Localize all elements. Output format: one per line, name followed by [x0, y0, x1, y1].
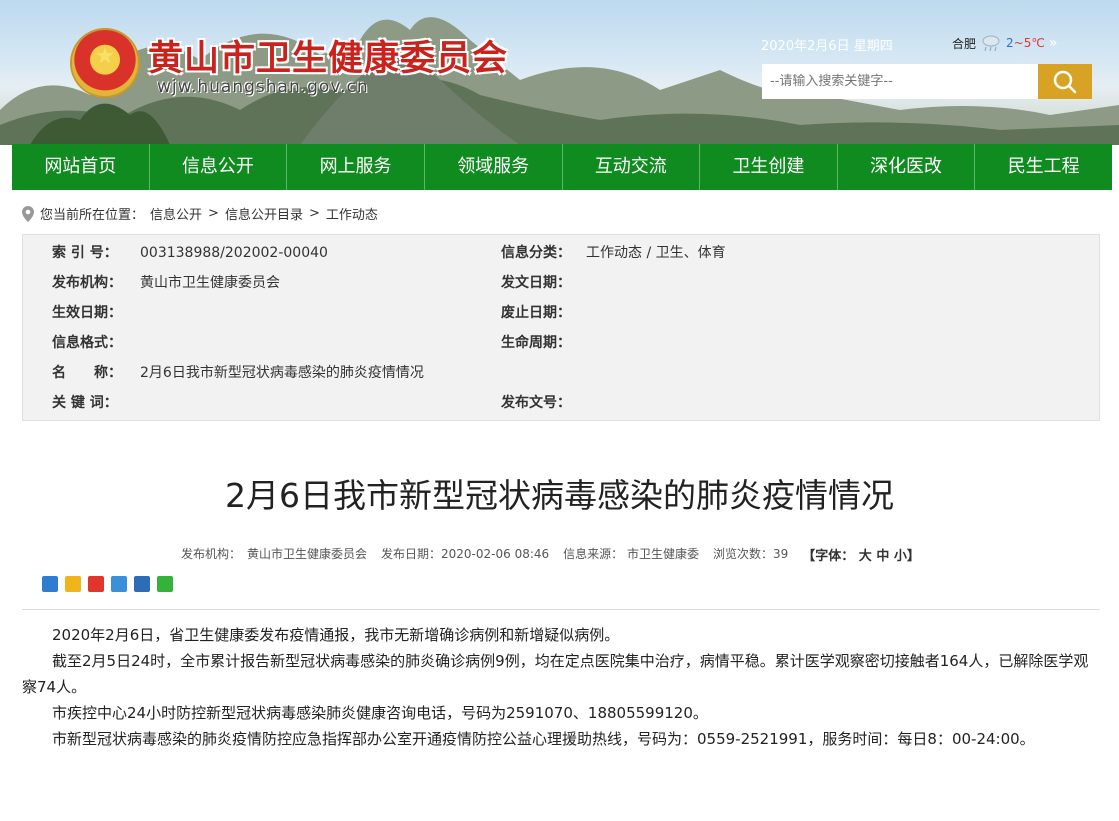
article-title: 2月6日我市新型冠状病毒感染的肺炎疫情情况	[225, 476, 894, 515]
font-size-switcher[interactable]: 【字体： 大 中 小】	[802, 545, 920, 564]
nav-item-online-service[interactable]: 网上服务	[287, 144, 425, 190]
share-bar	[42, 576, 173, 592]
name-label: 名 称：	[52, 365, 122, 381]
divider	[22, 609, 1100, 610]
cloud-rain-icon	[982, 35, 1000, 52]
index-label: 索 引 号：	[52, 245, 118, 261]
nav-item-info-public[interactable]: 信息公开	[150, 144, 288, 190]
breadcrumb-separator: >	[208, 206, 219, 221]
temperature: 2~5℃	[1006, 36, 1045, 50]
search-button[interactable]	[1038, 64, 1092, 99]
nav-item-livelihood[interactable]: 民生工程	[975, 144, 1112, 190]
temp-high: ~5℃	[1013, 36, 1045, 50]
article-date: 发布日期：2020-02-06 08:46	[381, 547, 550, 561]
main-nav: 网站首页 信息公开 网上服务 领域服务 互动交流 卫生创建 深化医改 民生工程	[12, 144, 1112, 190]
location-pin-icon	[22, 205, 34, 222]
document-metadata-table: 索 引 号： 003138988/202002-00040 信息分类： 工作动态…	[22, 234, 1100, 421]
nav-item-medical-reform[interactable]: 深化医改	[838, 144, 976, 190]
site-title: 黄山市卫生健康委员会	[148, 38, 509, 79]
weather-city: 合肥	[952, 36, 977, 51]
renren-icon[interactable]	[134, 576, 150, 592]
breadcrumb-item[interactable]: 信息公开	[150, 204, 202, 223]
temp-low: 2	[1006, 36, 1014, 50]
category-value: 工作动态 / 卫生、体育	[586, 245, 726, 261]
qzone-icon[interactable]	[42, 576, 58, 592]
doc-number-label: 发布文号：	[501, 395, 571, 411]
search-input[interactable]	[762, 64, 1038, 99]
issue-date-label: 发文日期：	[501, 275, 571, 291]
format-label: 信息格式：	[52, 335, 122, 351]
weather-more-link[interactable]: »	[1049, 35, 1058, 51]
weibo-icon[interactable]	[88, 576, 104, 592]
national-emblem: ★	[72, 30, 138, 96]
pengyou-icon[interactable]	[111, 576, 127, 592]
nav-item-home[interactable]: 网站首页	[12, 144, 150, 190]
lifecycle-label: 生命周期：	[501, 335, 571, 351]
current-date: 2020年2月6日 星期四	[761, 39, 893, 54]
article-body: 2020年2月6日，省卫生健康委发布疫情通报，我市无新增确诊病例和新增疑似病例。…	[22, 622, 1100, 752]
tqq-icon[interactable]	[65, 576, 81, 592]
weather-widget[interactable]: 合肥 2~5℃ »	[952, 34, 1057, 52]
nav-item-interaction[interactable]: 互动交流	[563, 144, 701, 190]
breadcrumb-item[interactable]: 信息公开目录	[225, 204, 303, 223]
article-source: 信息来源： 市卫生健康委	[563, 547, 699, 561]
breadcrumb: 您当前所在位置： 信息公开 > 信息公开目录 > 工作动态	[22, 204, 378, 223]
nav-item-domain-service[interactable]: 领域服务	[425, 144, 563, 190]
breadcrumb-prefix: 您当前所在位置：	[40, 208, 145, 223]
article-paragraph: 2020年2月6日，省卫生健康委发布疫情通报，我市无新增确诊病例和新增疑似病例。	[52, 626, 620, 644]
effective-date-label: 生效日期：	[52, 305, 122, 321]
publisher-value: 黄山市卫生健康委员会	[140, 275, 280, 291]
publisher-label: 发布机构：	[52, 275, 122, 291]
article-views: 浏览次数：39	[712, 547, 789, 561]
site-url: wjw.huangshan.gov.cn	[157, 77, 369, 97]
article-paragraph: 市疾控中心24小时防控新型冠状病毒感染肺炎健康咨询电话，号码为2591070、1…	[52, 704, 708, 722]
article-info-bar: 发布机构： 黄山市卫生健康委员会 发布日期：2020-02-06 08:46 信…	[181, 545, 920, 564]
name-value: 2月6日我市新型冠状病毒感染的肺炎疫情情况	[140, 365, 424, 381]
search-icon	[1053, 70, 1077, 93]
nav-item-health-creation[interactable]: 卫生创建	[700, 144, 838, 190]
index-value: 003138988/202002-00040	[140, 245, 328, 261]
keywords-label: 关 键 词：	[52, 395, 118, 411]
breadcrumb-separator: >	[308, 206, 320, 221]
wechat-icon[interactable]	[157, 576, 173, 592]
header-banner: ★ 黄山市卫生健康委员会 wjw.huangshan.gov.cn 2020年2…	[0, 0, 1119, 145]
search-bar	[762, 64, 1092, 99]
article-paragraph: 市新型冠状病毒感染的肺炎疫情防控应急指挥部办公室开通疫情防控公益心理援助热线，号…	[52, 730, 1035, 748]
repeal-date-label: 废止日期：	[501, 305, 571, 321]
article-paragraph: 截至2月5日24时，全市累计报告新型冠状病毒感染的肺炎确诊病例9例，均在定点医院…	[22, 652, 1089, 696]
breadcrumb-item[interactable]: 工作动态	[326, 204, 378, 223]
article-publisher: 发布机构： 黄山市卫生健康委员会	[181, 547, 368, 561]
category-label: 信息分类：	[501, 245, 571, 261]
